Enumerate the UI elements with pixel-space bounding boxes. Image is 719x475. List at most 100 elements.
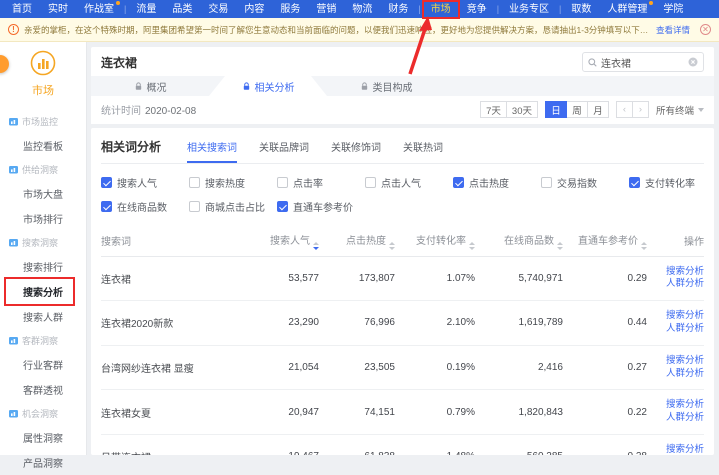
notice-detail-link[interactable]: 查看详情 [656, 24, 690, 36]
nav-item-realtime[interactable]: 实时 [40, 1, 76, 18]
sort-icon [389, 242, 395, 250]
tab-category-composition[interactable]: 类目构成 [327, 76, 445, 96]
stat-time: 统计时间2020-02-08 [101, 102, 196, 117]
nav-item-academy[interactable]: 学院 [655, 1, 691, 18]
lock-icon [360, 82, 369, 91]
column-header-click-heat[interactable]: 点击热度 [319, 225, 395, 256]
main-layout: 市场 市场监控 监控看板 供给洞察 市场大盘 市场排行 搜索洞察 搜索排行 搜索… [0, 42, 719, 455]
column-header-conversion[interactable]: 支付转化率 [395, 225, 475, 256]
sidebar-item-search-crowd[interactable]: 搜索人群 [0, 304, 86, 329]
search-pop-cell: 53,577 [241, 256, 319, 301]
keyword-cell: 吊带连衣裙 [101, 435, 241, 456]
nav-item-data-fetch[interactable]: 取数 [563, 1, 599, 18]
nav-item-warroom[interactable]: 作战室 [76, 1, 122, 18]
stat-date: 2020-02-08 [145, 106, 196, 117]
click-heat-cell: 76,996 [319, 301, 395, 346]
nav-item-market[interactable]: 市场 [423, 1, 459, 18]
table-row: 吊带连衣裙 19,467 61,838 1.48% 560,285 0.28 搜… [101, 435, 704, 456]
conversion-cell: 0.79% [395, 390, 475, 435]
sidebar-item-crowd-perspective[interactable]: 客群透视 [0, 377, 86, 402]
sidebar-item-market-ranking[interactable]: 市场排行 [0, 206, 86, 231]
column-header-online-items[interactable]: 在线商品数 [475, 225, 563, 256]
sidebar-item-industry-crowd[interactable]: 行业客群 [0, 352, 86, 377]
crowd-analysis-link[interactable]: 人群分析 [647, 412, 704, 425]
filter-search-heat[interactable]: 搜索热度 [189, 175, 277, 190]
nav-item-business-zone[interactable]: 业务专区 [501, 1, 557, 18]
filter-click-heat[interactable]: 点击热度 [453, 175, 541, 190]
table-header-row: 搜索词 搜索人气 点击热度 支付转化率 在线商品数 直通车参考价 操作 [101, 225, 704, 256]
sidebar-item-search-analysis[interactable]: 搜索分析 [0, 279, 86, 304]
nav-item-traffic[interactable]: 流量 [128, 1, 164, 18]
search-analysis-link[interactable]: 搜索分析 [647, 399, 704, 412]
filter-online-items[interactable]: 在线商品数 [101, 199, 189, 214]
sort-icon [313, 242, 319, 250]
sidebar-item-search-ranking[interactable]: 搜索排行 [0, 254, 86, 279]
search-analysis-link[interactable]: 搜索分析 [647, 444, 704, 455]
sidebar-item-monitor-board[interactable]: 监控看板 [0, 133, 86, 158]
column-header-ppc-price[interactable]: 直通车参考价 [563, 225, 647, 256]
analysis-header: 相关词分析 相关搜索词 关联品牌词 关联修饰词 关联热词 [101, 128, 704, 164]
sidebar-app-label: 市场 [0, 82, 86, 98]
filter-click-rate[interactable]: 点击率 [277, 175, 365, 190]
nav-item-trade[interactable]: 交易 [200, 1, 236, 18]
checkbox-icon [541, 177, 552, 188]
sidebar-section-opportunity-insight: 机会洞察 [0, 402, 86, 425]
search-box[interactable] [582, 52, 704, 72]
next-date-button[interactable]: › [632, 101, 649, 118]
lock-icon [134, 82, 143, 91]
ppc-price-cell: 0.44 [563, 301, 647, 346]
filter-search-popularity[interactable]: 搜索人气 [101, 175, 189, 190]
sidebar-section-market-monitor: 市场监控 [0, 110, 86, 133]
sidebar-section-crowd-insight: 客群洞察 [0, 329, 86, 352]
search-analysis-link[interactable]: 搜索分析 [647, 355, 704, 368]
keyword-cell: 连衣裙2020新款 [101, 301, 241, 346]
crowd-analysis-link[interactable]: 人群分析 [647, 323, 704, 336]
range-30d-button[interactable]: 30天 [506, 101, 538, 118]
filter-trade-index[interactable]: 交易指数 [541, 175, 629, 190]
clear-icon[interactable] [688, 57, 698, 67]
filter-pay-conversion[interactable]: 支付转化率 [629, 175, 714, 190]
sidebar-item-attribute-insight[interactable]: 属性洞察 [0, 425, 86, 450]
nav-item-service[interactable]: 服务 [272, 1, 308, 18]
terminal-select[interactable]: 所有终端 [656, 103, 704, 117]
nav-item-crowd-mgmt[interactable]: 人群管理 [599, 1, 655, 18]
range-7d-button[interactable]: 7天 [480, 101, 507, 118]
checkbox-icon [189, 177, 200, 188]
subtab-hot-words[interactable]: 关联热词 [403, 139, 443, 163]
title-row: 连衣裙 [91, 47, 714, 76]
tab-overview[interactable]: 概况 [91, 76, 209, 96]
column-header-search-pop[interactable]: 搜索人气 [241, 225, 319, 256]
subtab-related-search-words[interactable]: 相关搜索词 [187, 139, 237, 163]
nav-item-logistics[interactable]: 物流 [344, 1, 380, 18]
chevron-down-icon [698, 108, 704, 112]
search-analysis-link[interactable]: 搜索分析 [647, 266, 704, 279]
conversion-cell: 1.48% [395, 435, 475, 456]
nav-item-category[interactable]: 品类 [164, 1, 200, 18]
prev-date-button[interactable]: ‹ [616, 101, 633, 118]
nav-item-content[interactable]: 内容 [236, 1, 272, 18]
nav-item-marketing[interactable]: 营销 [308, 1, 344, 18]
online-items-cell: 2,416 [475, 345, 563, 390]
nav-item-finance[interactable]: 财务 [380, 1, 416, 18]
nav-item-competition[interactable]: 竞争 [459, 1, 495, 18]
granularity-day-button[interactable]: 日 [545, 101, 567, 118]
tab-related-analysis[interactable]: 相关分析 [209, 76, 327, 96]
sidebar-item-market-overview[interactable]: 市场大盘 [0, 181, 86, 206]
sidebar-section-search-insight: 搜索洞察 [0, 231, 86, 254]
nav-item-home[interactable]: 首页 [4, 1, 40, 18]
ppc-price-cell: 0.22 [563, 390, 647, 435]
search-input[interactable] [601, 57, 684, 68]
filter-click-popularity[interactable]: 点击人气 [365, 175, 453, 190]
close-icon[interactable]: ✕ [700, 24, 711, 35]
crowd-analysis-link[interactable]: 人群分析 [647, 278, 704, 291]
granularity-week-button[interactable]: 周 [566, 101, 588, 118]
filter-ppc-reference-price[interactable]: 直通车参考价 [277, 199, 365, 214]
subtab-modifier-words[interactable]: 关联修饰词 [331, 139, 381, 163]
granularity-month-button[interactable]: 月 [587, 101, 609, 118]
filter-mall-click-share[interactable]: 商城点击占比 [189, 199, 277, 214]
search-analysis-link[interactable]: 搜索分析 [647, 310, 704, 323]
analysis-card: 相关词分析 相关搜索词 关联品牌词 关联修饰词 关联热词 搜索人气 搜索热度 点… [91, 128, 714, 455]
crowd-analysis-link[interactable]: 人群分析 [647, 368, 704, 381]
subtab-brand-words[interactable]: 关联品牌词 [259, 139, 309, 163]
sidebar-item-product-insight[interactable]: 产品洞察 [0, 450, 86, 475]
